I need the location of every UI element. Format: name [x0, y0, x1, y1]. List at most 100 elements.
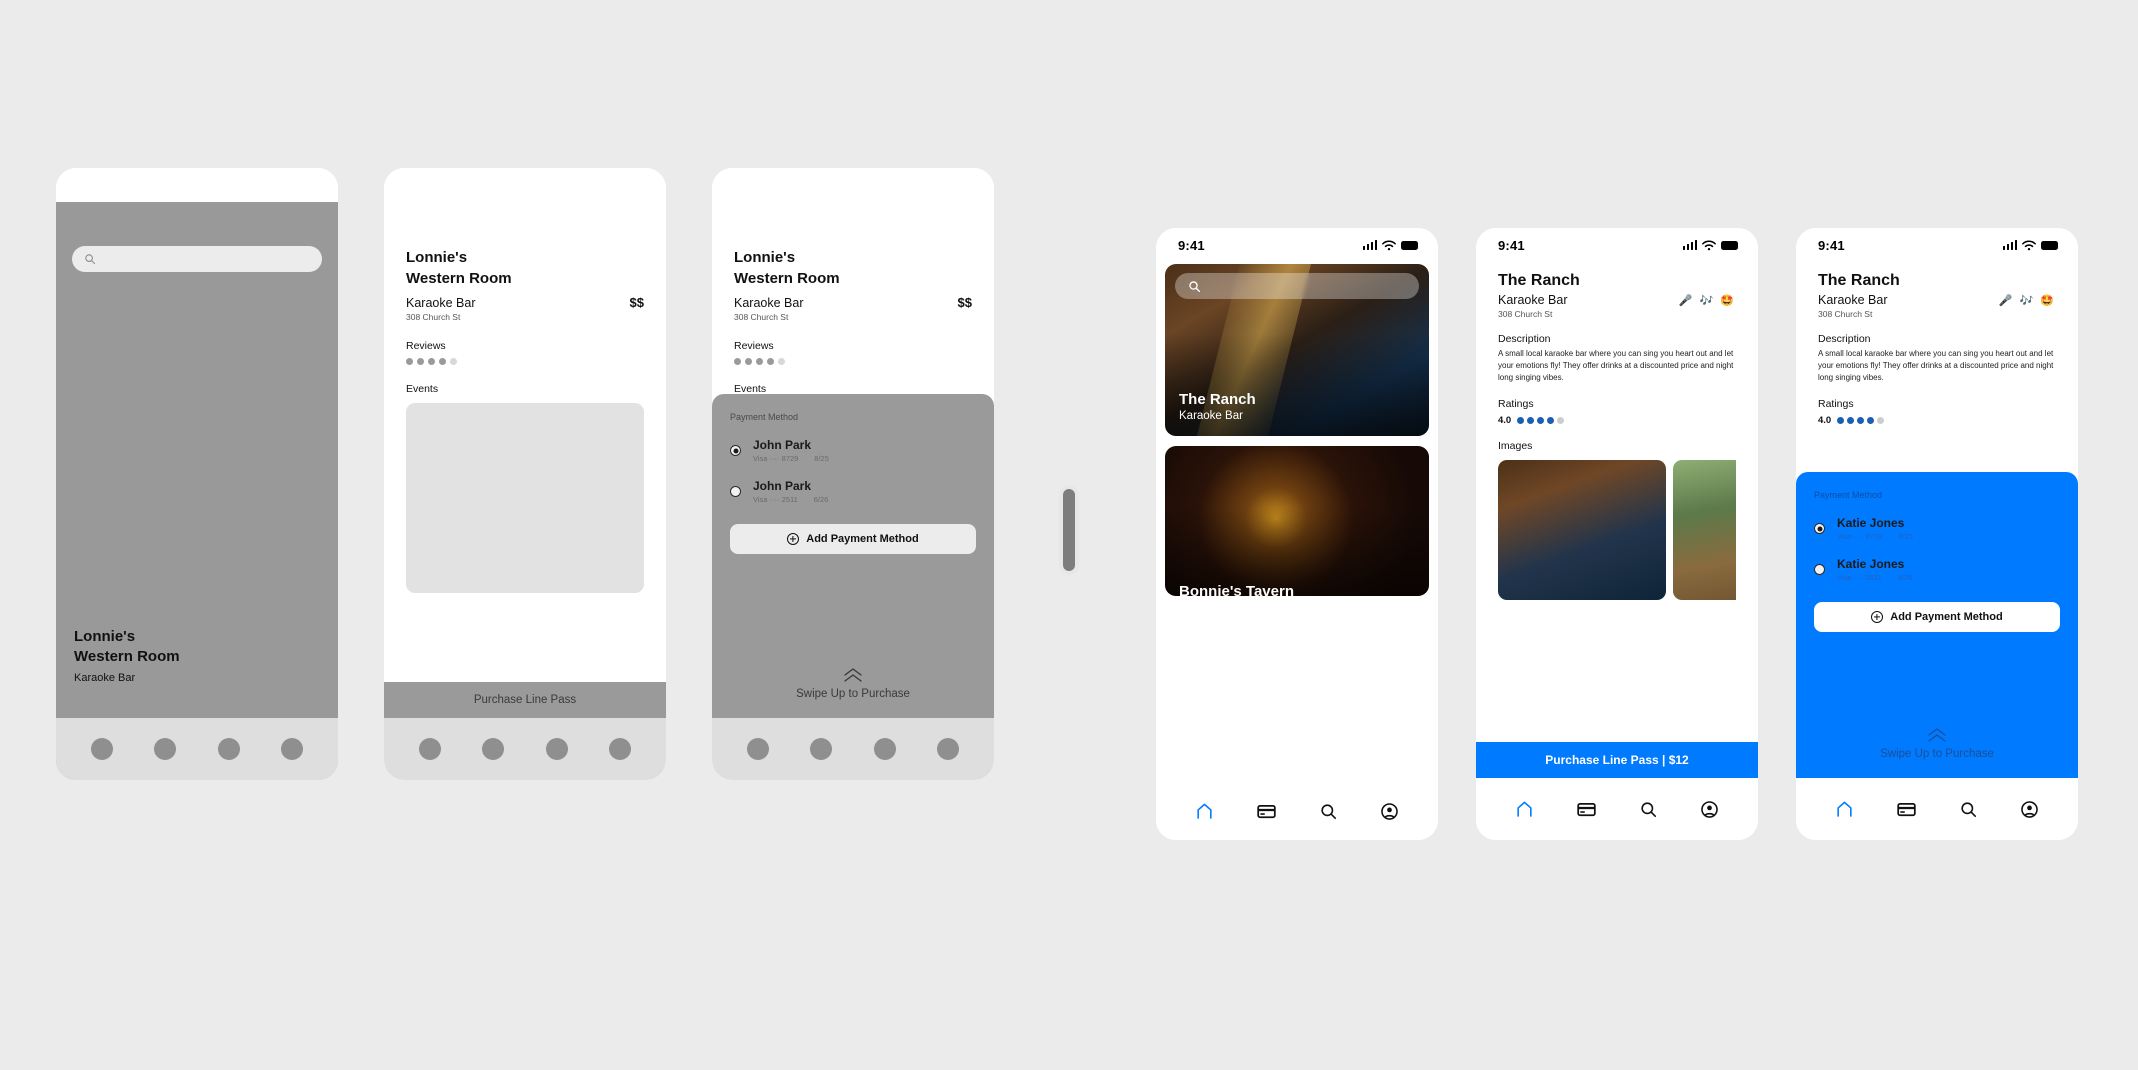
wifi-icon — [2022, 239, 2036, 250]
status-bar — [712, 168, 994, 202]
venue-address: 308 Church St — [406, 312, 461, 323]
profile-icon[interactable] — [1700, 800, 1719, 819]
swipe-up-to-purchase[interactable]: Swipe Up to Purchase — [712, 668, 994, 700]
tab-profile-placeholder[interactable] — [281, 738, 304, 760]
battery-icon — [2041, 240, 2058, 250]
radio-unselected-icon[interactable] — [730, 486, 741, 497]
battery-icon — [1721, 240, 1738, 250]
tab-profile-placeholder[interactable] — [937, 738, 960, 760]
cellular-bars-icon — [2002, 240, 2017, 250]
venue-category: Karaoke Bar — [734, 296, 804, 311]
tab-profile-placeholder[interactable] — [609, 738, 632, 760]
wifi-icon — [1702, 239, 1716, 250]
phone-3-wireframe-payment: Lonnie's Western Room Karaoke Bar $$ 308… — [712, 168, 994, 780]
feed-card-the-ranch[interactable]: The Ranch Karaoke Bar — [1165, 264, 1429, 436]
venue-address: 308 Church St — [1498, 309, 1553, 319]
phone-5-venue-detail: 9:41 The Ranch Karaoke Bar 🎤 🎶 🤩 308 Chu… — [1476, 228, 1758, 840]
tab-card-placeholder[interactable] — [482, 738, 505, 760]
payment-method-row[interactable]: Katie Jones Visa ···· 8729 8/25 — [1814, 516, 2060, 541]
payment-method-row[interactable]: Katie Jones Visa ···· 2511 6/26 — [1814, 557, 2060, 582]
phone-1-wireframe-home: Lonnie's Western Room Karaoke Bar — [56, 168, 338, 780]
payment-sheet-body: The Ranch Karaoke Bar 🎤 🎶 🤩 308 Church S… — [1796, 262, 2078, 840]
card-icon[interactable] — [1896, 799, 1917, 820]
purchase-line-pass-button[interactable]: Purchase Line Pass — [384, 682, 666, 718]
tab-card-placeholder[interactable] — [810, 738, 833, 760]
scroll-handle[interactable] — [1063, 489, 1075, 571]
tab-home-placeholder[interactable] — [746, 738, 769, 760]
card-expiry: 6/26 — [813, 495, 829, 504]
search-icon[interactable] — [1959, 800, 1978, 819]
venue-image-2[interactable] — [1673, 460, 1736, 601]
status-bar: 9:41 — [1476, 228, 1758, 262]
wireframe-payment-body: Lonnie's Western Room Karaoke Bar $$ 308… — [712, 202, 994, 780]
radio-unselected-icon[interactable] — [1814, 564, 1825, 575]
venue-hero-caption: Lonnie's Western Room Karaoke Bar — [74, 627, 180, 685]
images-carousel[interactable] — [1498, 460, 1736, 601]
home-icon[interactable] — [1515, 800, 1534, 819]
tab-search-placeholder[interactable] — [545, 738, 568, 760]
venue-name-line2: Western Room — [74, 647, 180, 665]
card-number: Visa ···· 2511 — [1837, 573, 1882, 582]
venue-price-level: $$ — [957, 295, 972, 311]
tab-home-placeholder[interactable] — [90, 738, 113, 760]
venue-category: Karaoke Bar — [1498, 293, 1568, 307]
venue-category: Karaoke Bar — [74, 672, 136, 684]
card-number: Visa ···· 8729 — [1837, 532, 1883, 541]
home-icon[interactable] — [1195, 802, 1214, 821]
search-input[interactable] — [72, 246, 322, 272]
description-heading: Description — [1498, 333, 1551, 345]
tab-search-placeholder[interactable] — [217, 738, 240, 760]
radio-selected-icon[interactable] — [1814, 523, 1825, 534]
payment-method-label: Payment Method — [1814, 490, 1883, 500]
events-card-placeholder[interactable] — [406, 403, 644, 594]
add-payment-method-button[interactable]: Add Payment Method — [1814, 602, 2060, 632]
phone-2-wireframe-venue: Lonnie's Western Room Karaoke Bar $$ 308… — [384, 168, 666, 780]
venue-price-level: $$ — [629, 295, 644, 311]
purchase-line-pass-button[interactable]: Purchase Line Pass | $12 — [1476, 742, 1758, 778]
venue-name-line2: Western Room — [734, 269, 840, 287]
payment-method-label: Payment Method — [730, 412, 799, 422]
swipe-label: Swipe Up to Purchase — [796, 688, 910, 700]
feed-card-title: Bonnie's Tavern — [1179, 583, 1294, 596]
images-heading: Images — [1498, 440, 1533, 453]
tab-bar — [1156, 780, 1438, 840]
feed-card-title: The Ranch — [1179, 391, 1256, 408]
profile-icon[interactable] — [1380, 802, 1399, 821]
status-time: 9:41 — [1178, 237, 1205, 253]
card-icon[interactable] — [1576, 799, 1597, 820]
profile-icon[interactable] — [2020, 800, 2039, 819]
swipe-up-to-purchase[interactable]: Swipe Up to Purchase — [1796, 728, 2078, 760]
payment-method-row[interactable]: John Park Visa ···· 8729 8/25 — [730, 438, 976, 463]
search-input[interactable] — [1175, 273, 1419, 299]
description-heading: Description — [1818, 333, 1871, 345]
venue-image-1[interactable] — [1498, 460, 1666, 601]
tab-card-placeholder[interactable] — [154, 738, 177, 760]
radio-selected-icon[interactable] — [730, 445, 741, 456]
venue-detail-body: The Ranch Karaoke Bar 🎤 🎶 🤩 308 Church S… — [1476, 262, 1758, 840]
search-icon[interactable] — [1639, 800, 1658, 819]
rating-row: 4.0 — [1498, 415, 1736, 426]
reviews-rating-dots — [406, 358, 644, 366]
swipe-label: Swipe Up to Purchase — [1880, 748, 1994, 760]
cellular-bars-icon — [1362, 240, 1377, 250]
search-icon[interactable] — [1319, 802, 1338, 821]
tab-search-placeholder[interactable] — [873, 738, 896, 760]
venue-address: 308 Church St — [1818, 309, 1873, 319]
payment-method-row[interactable]: John Park Visa ···· 2511 6/26 — [730, 479, 976, 504]
feed-card-bonnies-tavern[interactable]: Bonnie's Tavern — [1165, 446, 1429, 596]
add-payment-method-button[interactable]: Add Payment Method — [730, 524, 976, 554]
chevron-up-double-icon — [844, 668, 862, 682]
tab-bar-wireframe — [56, 718, 338, 780]
description-text: A small local karaoke bar where you can … — [1818, 349, 2054, 383]
status-time: 9:41 — [1498, 237, 1525, 253]
reviews-heading: Reviews — [734, 340, 774, 353]
rating-value: 4.0 — [1818, 415, 1832, 427]
home-icon[interactable] — [1835, 800, 1854, 819]
card-icon[interactable] — [1256, 801, 1277, 822]
reviews-rating-dots — [734, 358, 972, 366]
tab-home-placeholder[interactable] — [418, 738, 441, 760]
venue-category: Karaoke Bar — [1818, 293, 1888, 307]
venue-title: Lonnie's Western Room — [734, 248, 972, 289]
cardholder-name: Katie Jones — [1837, 557, 1905, 571]
status-bar: 9:41 — [1796, 228, 2078, 262]
